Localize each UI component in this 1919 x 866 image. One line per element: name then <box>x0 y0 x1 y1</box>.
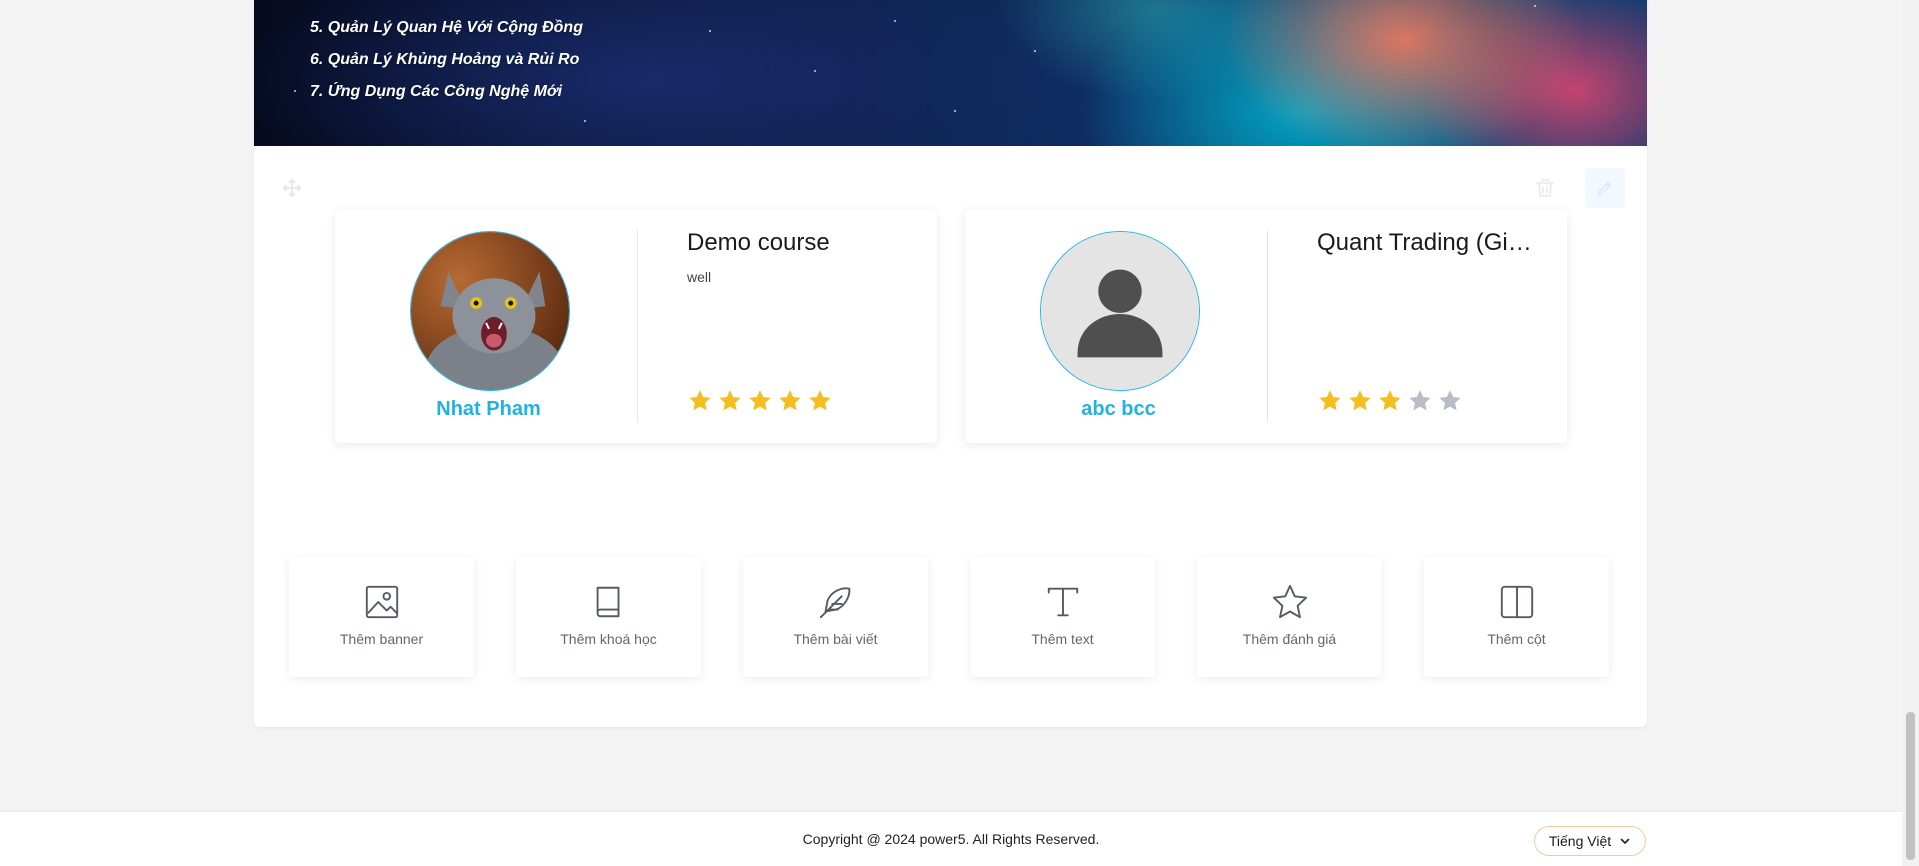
feather-icon <box>817 583 855 621</box>
image-icon <box>363 583 401 621</box>
star-filled-icon <box>1377 388 1403 414</box>
delete-block-button[interactable] <box>1533 176 1557 200</box>
add-review-label: Thêm đánh giá <box>1242 631 1337 647</box>
banner-list-item: 5. Quản Lý Quan Hệ Với Cộng Đồng <box>310 19 583 36</box>
star-filled-icon <box>1347 388 1373 414</box>
divider <box>637 230 638 422</box>
banner-list-item: 7. Ứng Dụng Các Công Nghệ Mới <box>310 83 563 100</box>
add-course-button[interactable]: Thêm khoá học <box>516 557 701 677</box>
review-card: Nhat Pham Demo course well <box>335 210 937 443</box>
reviewer-section: Nhat Pham <box>335 210 637 443</box>
add-review-button[interactable]: Thêm đánh giá <box>1197 557 1382 677</box>
trash-icon <box>1536 179 1554 197</box>
star-filled-icon <box>807 388 833 414</box>
add-post-label: Thêm bài viết <box>793 631 878 647</box>
add-text-button[interactable]: Thêm text <box>970 557 1155 677</box>
review-text: well <box>687 269 712 285</box>
star-filled-icon <box>717 388 743 414</box>
star-filled-icon <box>1317 388 1343 414</box>
add-text-label: Thêm text <box>1031 631 1094 647</box>
add-course-label: Thêm khoá học <box>560 631 657 647</box>
block-toolbar <box>254 168 1647 208</box>
star-filled-icon <box>777 388 803 414</box>
star-empty-icon <box>1407 388 1433 414</box>
footer: Copyright @ 2024 power5. All Rights Rese… <box>0 811 1902 866</box>
chevron-down-icon <box>1620 838 1630 844</box>
star-icon <box>1271 583 1309 621</box>
add-column-button[interactable]: Thêm cột <box>1424 557 1609 677</box>
add-banner-label: Thêm banner <box>339 631 424 647</box>
course-title[interactable]: Quant Trading (Giai đoạn 1) <box>1317 229 1542 257</box>
cat-photo <box>411 232 569 390</box>
add-post-button[interactable]: Thêm bài viết <box>743 557 928 677</box>
move-icon[interactable] <box>282 178 302 198</box>
book-icon <box>590 583 628 621</box>
add-banner-button[interactable]: Thêm banner <box>289 557 474 677</box>
text-icon <box>1044 583 1082 621</box>
default-person-icon <box>1041 232 1199 390</box>
language-label: Tiếng Việt <box>1548 833 1612 849</box>
avatar <box>1040 231 1200 391</box>
columns-icon <box>1498 583 1536 621</box>
pencil-icon <box>1597 182 1611 196</box>
banner-list: 5. Quản Lý Quan Hệ Với Cộng Đồng 6. Quản… <box>310 12 583 108</box>
course-title[interactable]: Demo course <box>687 229 912 257</box>
language-select[interactable]: Tiếng Việt <box>1534 826 1646 856</box>
star-filled-icon <box>687 388 713 414</box>
review-card: abc bcc Quant Trading (Giai đoạn 1) <box>965 210 1567 443</box>
avatar <box>410 231 570 391</box>
galaxy-banner: 5. Quản Lý Quan Hệ Với Cộng Đồng 6. Quản… <box>254 0 1647 146</box>
page-content: 5. Quản Lý Quan Hệ Với Cộng Đồng 6. Quản… <box>254 0 1647 727</box>
reviewer-name[interactable]: abc bcc <box>965 398 1272 421</box>
banner-list-item: 6. Quản Lý Khủng Hoảng và Rủi Ro <box>310 51 580 68</box>
reviewer-name[interactable]: Nhat Pham <box>335 398 642 421</box>
edit-block-button[interactable] <box>1585 168 1625 208</box>
add-column-label: Thêm cột <box>1487 631 1546 647</box>
star-filled-icon <box>747 388 773 414</box>
star-empty-icon <box>1437 388 1463 414</box>
reviewer-section: abc bcc <box>965 210 1267 443</box>
divider <box>1267 230 1268 422</box>
scrollbar-thumb[interactable] <box>1906 712 1915 860</box>
scrollbar[interactable] <box>1902 0 1919 866</box>
star-rating <box>1317 388 1463 414</box>
star-rating <box>687 388 833 414</box>
